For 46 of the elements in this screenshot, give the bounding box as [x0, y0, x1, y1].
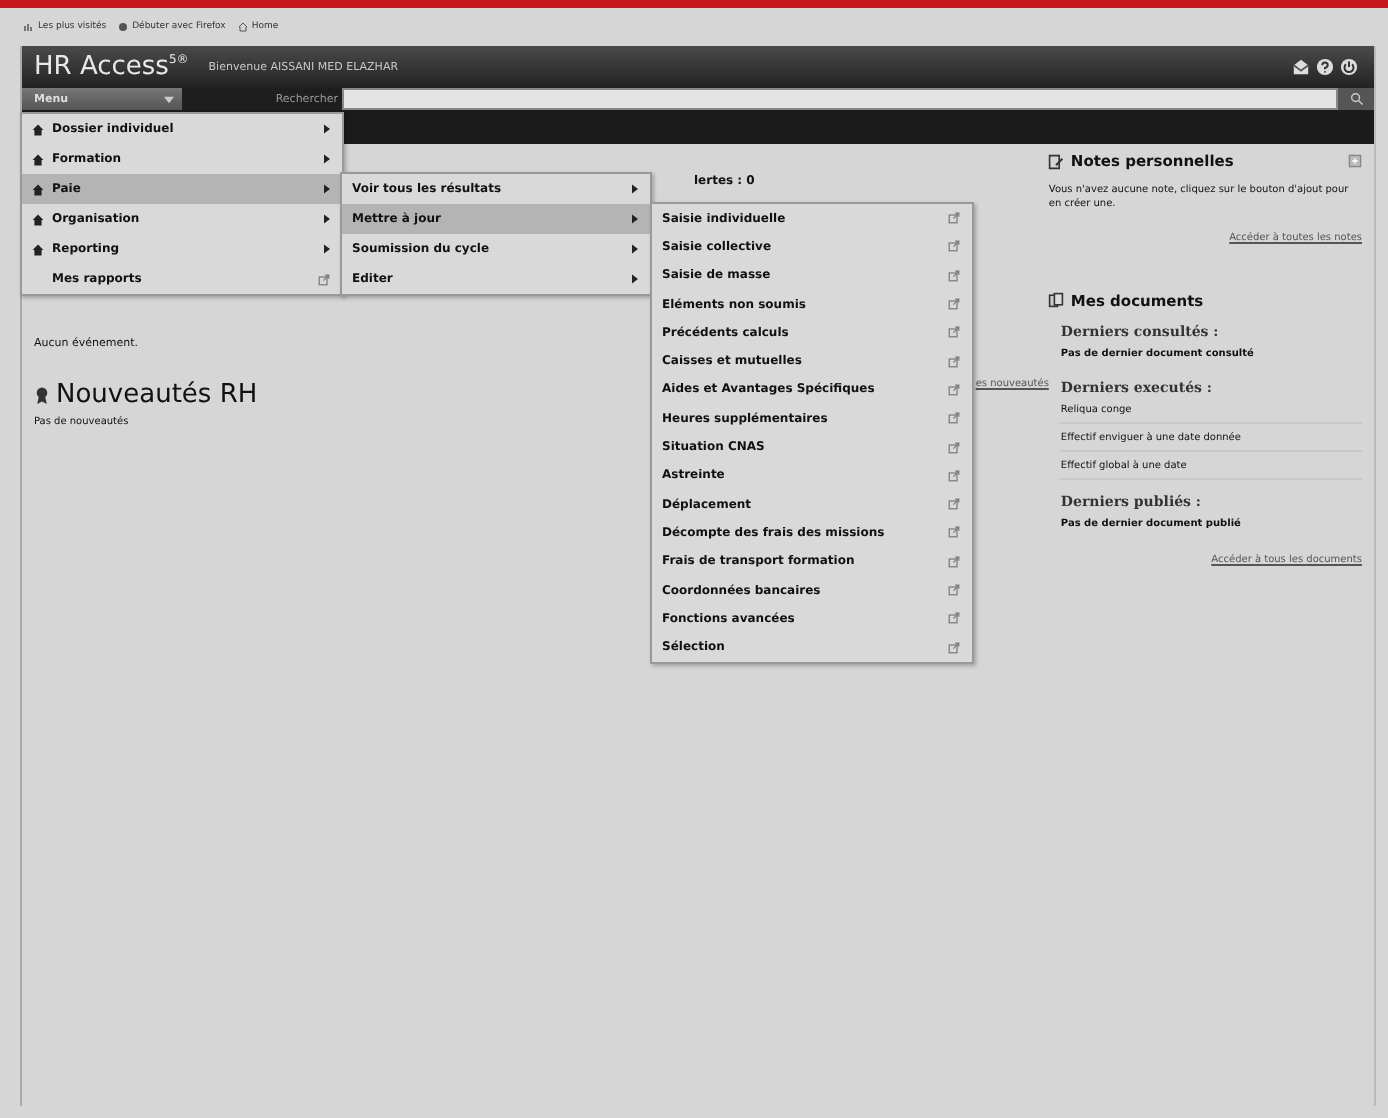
house-icon [32, 183, 44, 195]
external-link-icon [948, 441, 960, 454]
submenu-arrow-icon [324, 244, 330, 254]
external-link-icon [948, 526, 960, 539]
external-link-icon [948, 355, 960, 368]
mail-icon[interactable] [1292, 58, 1310, 76]
external-link-icon [948, 584, 960, 596]
power-icon[interactable] [1340, 58, 1358, 76]
external-link-icon [948, 326, 960, 339]
search-button[interactable] [1338, 88, 1374, 110]
ribbon-icon [34, 385, 50, 405]
submenu-arrow-icon [632, 214, 638, 224]
external-link-icon [948, 412, 960, 425]
external-link-icon [948, 269, 960, 282]
submenu-arrow-icon [324, 184, 330, 194]
search-field[interactable] [342, 88, 1338, 110]
external-link-icon [948, 469, 960, 482]
add-note-icon[interactable] [1348, 154, 1362, 168]
submenu-arrow-icon [632, 274, 638, 284]
house-icon [32, 153, 44, 165]
bar-chart-icon [24, 22, 34, 32]
documents-icon [1048, 292, 1065, 308]
external-link-icon [948, 383, 960, 396]
submenu-arrow-icon [632, 244, 638, 254]
search-icon [1349, 92, 1363, 106]
caret-icon [164, 95, 174, 103]
external-link-icon [318, 273, 330, 285]
submenu-arrow-icon [632, 184, 638, 194]
house-icon [237, 22, 248, 32]
news-title: Nouveautés RH [56, 380, 258, 410]
external-link-icon [948, 212, 960, 225]
submenu-arrow-icon [324, 154, 330, 164]
app-logo: HR Access$^{5®}$ [34, 52, 189, 82]
house-icon [32, 213, 44, 225]
external-link-icon [948, 641, 960, 654]
house-icon [32, 123, 44, 135]
help-icon[interactable] [1316, 58, 1334, 76]
external-link-icon [948, 298, 960, 311]
house-icon [32, 243, 44, 255]
external-link-icon [948, 612, 960, 625]
submenu-arrow-icon [324, 124, 330, 134]
external-link-icon [948, 555, 960, 568]
submenu-arrow-icon [324, 214, 330, 224]
note-icon [1048, 153, 1065, 169]
external-link-icon [948, 240, 960, 253]
external-link-icon [948, 498, 960, 511]
